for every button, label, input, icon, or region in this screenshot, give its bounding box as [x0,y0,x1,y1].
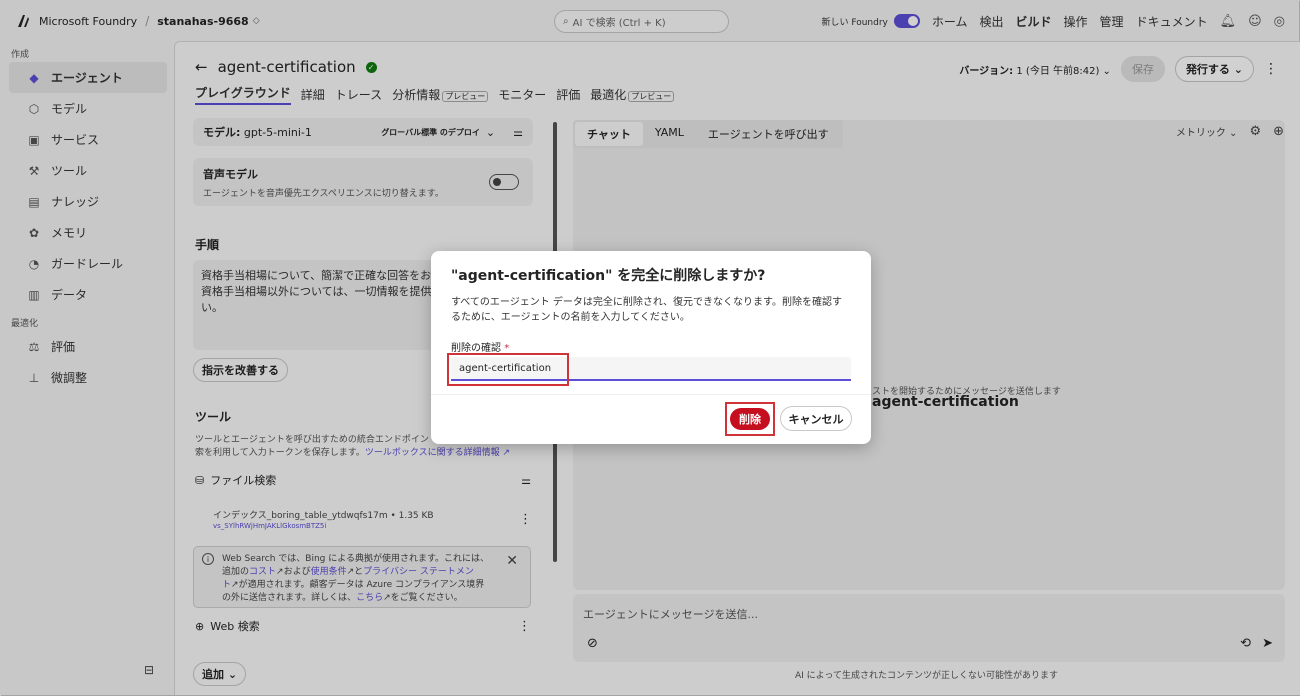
dialog-body: すべてのエージェント データは完全に削除され、復元できなくなります。削除を確認す… [451,297,842,323]
app-window: Microsoft Foundry / stanahas-9668 ◇ ⌕ AI… [0,0,1300,696]
dialog-title: "agent-certification" を完全に削除しますか? [451,268,766,284]
input-highlight-box [447,353,569,386]
delete-agent-dialog: "agent-certification" を完全に削除しますか? すべてのエー… [431,251,871,444]
confirm-field-label: 削除の確認 * [451,339,509,354]
delete-highlight-box [725,402,775,436]
cancel-button[interactable]: キャンセル [780,406,852,431]
dialog-divider [431,394,871,395]
